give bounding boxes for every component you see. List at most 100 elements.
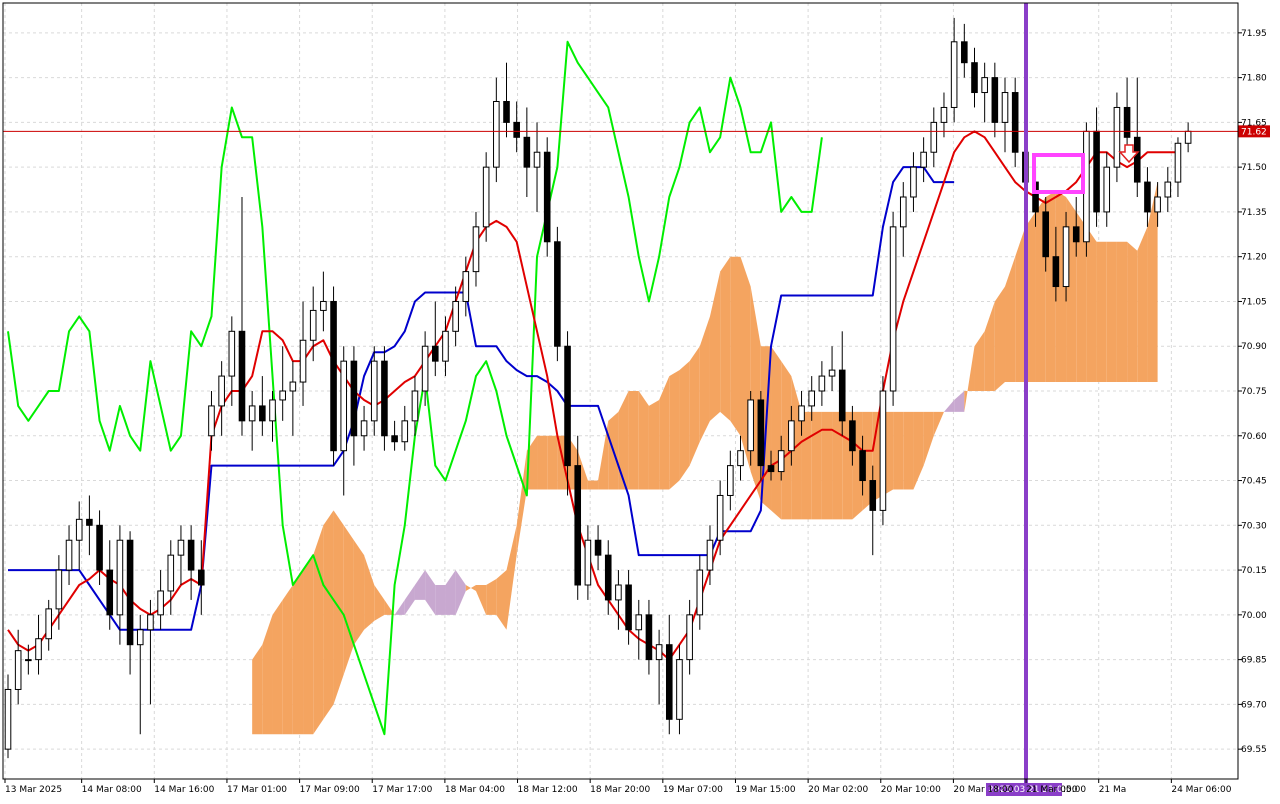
x-tick-label: 19 Mar 07:00 [663,785,723,795]
candle-bear [838,369,846,422]
candle-bull [635,614,643,631]
cloud-segment-bull [353,540,365,645]
x-tick-label: 13 Mar 2025 [5,785,62,795]
x-tick-label: 18 Mar 04:00 [445,785,505,795]
x-tick-label: 20 Mar 10:00 [881,785,941,795]
candle-bull [177,539,185,556]
y-tick-label: 70.90 [1241,342,1267,352]
cloud-segment-bull [272,599,283,735]
candle-bull [910,166,917,198]
candle-bull [157,590,164,616]
cloud-segment-bull [771,346,782,520]
y-tick-label: 70.45 [1241,477,1267,487]
candle-bear [665,644,673,720]
candle-bear [1133,136,1141,183]
cloud-segment-bull [994,286,1006,391]
candle-bull [269,399,276,422]
candle-bull [899,196,907,228]
cloud-segment-bull [1096,241,1107,383]
candle-bear [594,539,602,556]
candle-bear [1052,256,1060,288]
x-tick-label: 19 Mar 15:00 [735,785,795,795]
candle-bull [533,151,541,168]
x-tick-label: 24 Mar 06:00 [1171,785,1231,795]
y-tick-label: 69.85 [1241,656,1267,666]
cloud-segment-bull [1066,197,1077,383]
cloud-segment-bull [1086,226,1097,383]
candle-bull [655,644,663,661]
y-tick-label: 70.75 [1241,387,1267,397]
candle-bear [849,420,856,452]
candle-bull [727,465,734,496]
candle-bull [35,638,42,661]
candle-bull [228,330,236,377]
candle-bear [1042,211,1050,258]
cloud-segment-bull [323,510,334,720]
y-tick-label: 71.80 [1241,74,1267,84]
ichimoku-chart[interactable]: 71.62 2025.03.21 21:00 71.95 71.80 71.65 71.… [0,0,1280,800]
y-tick-label: 70.15 [1241,566,1267,576]
candle-bull [940,106,948,123]
cloud-segment-bull [303,555,314,735]
y-tick-label: 69.70 [1241,700,1267,710]
candle-bull [462,271,470,302]
candle-bull [788,420,795,452]
candle-bear [1093,130,1100,213]
cloud-segment-bull [893,411,904,490]
cloud-segment-bull [648,399,660,490]
candle-bear [869,480,877,511]
candle-bull [1103,166,1111,213]
candle-bull [1174,142,1182,183]
cloud-segment-bull [801,411,812,520]
candle-bear [391,435,398,443]
candle-bull [879,390,887,511]
cloud-segment-bull [537,435,548,490]
cloud-segment-bull [628,391,639,490]
candle-bear [197,569,205,586]
y-tick-label: 71.50 [1241,163,1267,173]
candle-bull [808,390,816,407]
candle-bear [554,241,561,347]
candle-bear [431,345,439,362]
candle-bear [126,539,134,646]
cloud-segment-bull [1137,226,1148,383]
candle-bull [289,381,297,392]
candle-bull [930,121,938,153]
candle-bull [411,390,419,422]
candle-bear [330,300,337,452]
candle-bear [259,405,266,422]
candle-bull [421,345,429,392]
candle-bull [218,375,225,407]
candle-bull [442,330,449,362]
candle-bear [991,77,999,123]
candle-bear [513,121,520,138]
chart-svg[interactable]: 71.622025.03.21 21:00 71.9571.8071.6571.… [0,0,1280,800]
cloud-segment-bull [1116,241,1128,383]
candle-bull [1184,130,1192,144]
candle-bear [350,360,358,437]
candle-bear [86,518,93,526]
candle-bear [96,524,103,571]
cloud-segment-bull [669,370,680,490]
candle-bull [818,375,826,392]
candle-bear [961,41,968,64]
x-tick-label: 17 Mar 01:00 [227,785,287,795]
candle-bull [309,309,317,341]
candle-bear [1011,92,1019,153]
candle-bear [564,345,571,467]
candle-bear [1123,106,1131,138]
cloud-segment-bull [730,256,741,436]
candle-bull [1001,92,1009,123]
candle-bear [523,136,531,168]
candle-bull [747,399,754,452]
y-tick-label: 71.65 [1241,118,1267,128]
candle-bull [25,659,32,662]
cloud-segment-bull [282,585,293,735]
cloud-segment-bull [547,435,558,490]
candle-bull [1164,181,1172,198]
y-tick-label: 69.55 [1241,745,1267,755]
candle-bull [737,450,744,467]
candle-bear [381,360,388,437]
cloud-segment-bull [638,391,649,490]
x-tick-label: 14 Mar 16:00 [154,785,214,795]
